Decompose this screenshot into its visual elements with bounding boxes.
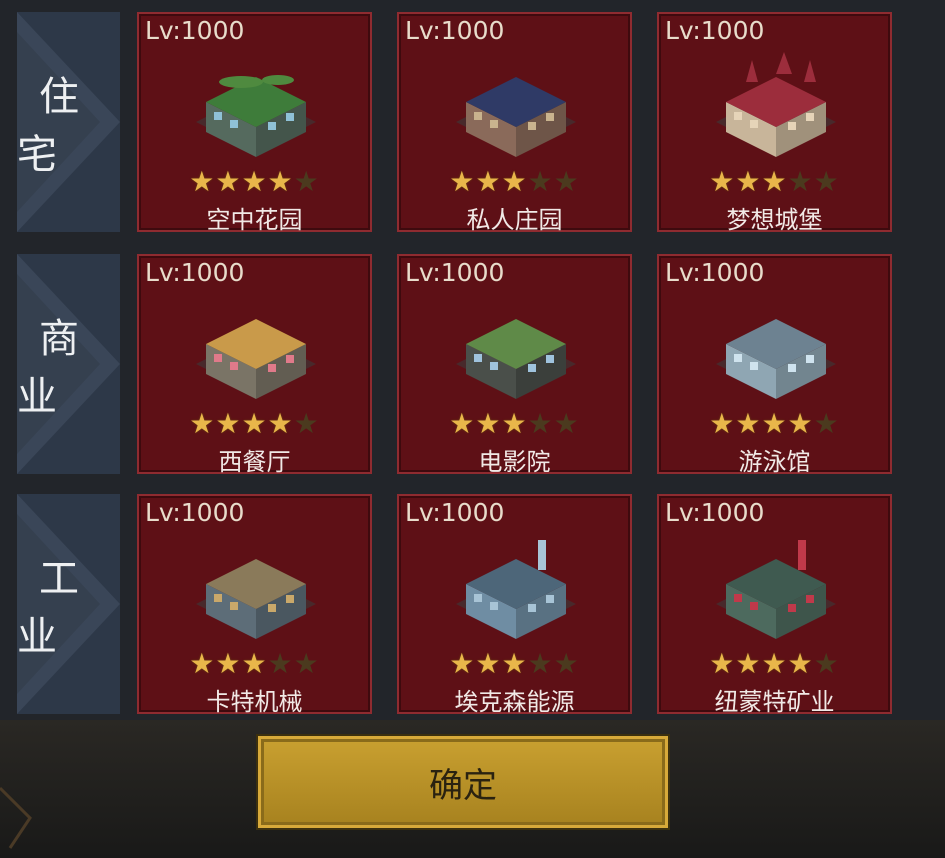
star-rating: ★★★★★ [399, 649, 630, 679]
star-rating: ★★★★★ [659, 167, 890, 197]
level-label: Lv:1000 [665, 258, 765, 287]
building-select-panel: 住宅 商业 工业 Lv:1000 ★★★★★ 空中花园 Lv:1000 ★★★★★ 私人庄… [0, 0, 945, 720]
star-rating: ★★★★★ [139, 167, 370, 197]
star-filled-icon: ★ [709, 407, 736, 440]
star-filled-icon: ★ [787, 647, 814, 680]
building-card[interactable]: Lv:1000 ★★★★★ 埃克森能源 [397, 494, 632, 716]
star-empty-icon: ★ [527, 407, 554, 440]
star-empty-icon: ★ [787, 165, 814, 198]
building-name: 埃克森能源 [454, 688, 575, 716]
star-empty-icon: ★ [293, 647, 320, 680]
level-label: Lv:1000 [405, 16, 505, 45]
star-empty-icon: ★ [553, 407, 580, 440]
building-card[interactable]: Lv:1000 ★★★★★ 空中花园 [137, 12, 372, 234]
building-name: 电影院 [478, 448, 551, 476]
star-filled-icon: ★ [761, 165, 788, 198]
category-label-industrial: 工业 [17, 494, 120, 714]
star-filled-icon: ★ [501, 407, 528, 440]
star-filled-icon: ★ [267, 165, 294, 198]
star-filled-icon: ★ [449, 165, 476, 198]
star-filled-icon: ★ [709, 647, 736, 680]
star-rating: ★★★★★ [659, 409, 890, 439]
building-name: 西餐厅 [218, 448, 291, 476]
level-label: Lv:1000 [405, 258, 505, 287]
star-filled-icon: ★ [449, 647, 476, 680]
star-filled-icon: ★ [241, 165, 268, 198]
level-label: Lv:1000 [145, 498, 245, 527]
star-filled-icon: ★ [189, 647, 216, 680]
star-filled-icon: ★ [735, 165, 762, 198]
building-card[interactable]: Lv:1000 ★★★★★ 梦想城堡 [657, 12, 892, 234]
star-empty-icon: ★ [527, 647, 554, 680]
star-rating: ★★★★★ [659, 649, 890, 679]
swimming-hall-building-icon [716, 319, 836, 399]
star-filled-icon: ★ [475, 647, 502, 680]
star-filled-icon: ★ [501, 165, 528, 198]
dream-castle-building-icon [716, 52, 836, 157]
category-text: 工业 [17, 556, 101, 660]
category-text: 住宅 [17, 74, 101, 178]
star-rating: ★★★★★ [139, 649, 370, 679]
category-text: 商业 [17, 316, 101, 420]
star-empty-icon: ★ [267, 647, 294, 680]
star-filled-icon: ★ [215, 407, 242, 440]
star-filled-icon: ★ [241, 647, 268, 680]
star-empty-icon: ★ [293, 165, 320, 198]
star-empty-icon: ★ [813, 647, 840, 680]
building-card[interactable]: Lv:1000 ★★★★★ 卡特机械 [137, 494, 372, 716]
star-filled-icon: ★ [241, 407, 268, 440]
building-card[interactable]: Lv:1000 ★★★★★ 电影院 [397, 254, 632, 476]
building-card[interactable]: Lv:1000 ★★★★★ 纽蒙特矿业 [657, 494, 892, 716]
star-filled-icon: ★ [761, 647, 788, 680]
energy-plant-building-icon [456, 540, 576, 639]
machinery-factory-building-icon [196, 559, 316, 639]
mining-facility-building-icon [716, 540, 836, 639]
level-label: Lv:1000 [405, 498, 505, 527]
star-empty-icon: ★ [813, 407, 840, 440]
level-label: Lv:1000 [145, 16, 245, 45]
star-filled-icon: ★ [449, 407, 476, 440]
level-label: Lv:1000 [145, 258, 245, 287]
star-empty-icon: ★ [527, 165, 554, 198]
star-filled-icon: ★ [215, 165, 242, 198]
private-manor-building-icon [456, 77, 576, 157]
star-rating: ★★★★★ [399, 409, 630, 439]
building-name: 卡特机械 [206, 688, 303, 716]
star-filled-icon: ★ [475, 165, 502, 198]
star-filled-icon: ★ [267, 407, 294, 440]
decorative-corner-icon [0, 786, 32, 849]
star-empty-icon: ★ [293, 407, 320, 440]
category-label-commercial: 商业 [17, 254, 120, 474]
building-card[interactable]: Lv:1000 ★★★★★ 西餐厅 [137, 254, 372, 476]
cinema-building-icon [456, 319, 576, 399]
building-name: 私人庄园 [466, 206, 563, 234]
star-rating: ★★★★★ [399, 167, 630, 197]
building-name: 纽蒙特矿业 [714, 688, 835, 716]
star-rating: ★★★★★ [139, 409, 370, 439]
star-filled-icon: ★ [735, 407, 762, 440]
building-name: 梦想城堡 [726, 206, 823, 234]
level-label: Lv:1000 [665, 498, 765, 527]
star-filled-icon: ★ [709, 165, 736, 198]
star-filled-icon: ★ [215, 647, 242, 680]
star-filled-icon: ★ [189, 407, 216, 440]
star-filled-icon: ★ [189, 165, 216, 198]
sky-garden-building-icon [196, 75, 316, 157]
star-filled-icon: ★ [787, 407, 814, 440]
category-label-residential: 住宅 [17, 12, 120, 232]
level-label: Lv:1000 [665, 16, 765, 45]
building-name: 空中花园 [206, 206, 303, 234]
building-card[interactable]: Lv:1000 ★★★★★ 私人庄园 [397, 12, 632, 234]
building-card[interactable]: Lv:1000 ★★★★★ 游泳馆 [657, 254, 892, 476]
star-empty-icon: ★ [553, 647, 580, 680]
confirm-button[interactable]: 确定 [258, 736, 668, 828]
star-empty-icon: ★ [553, 165, 580, 198]
star-filled-icon: ★ [735, 647, 762, 680]
star-filled-icon: ★ [475, 407, 502, 440]
restaurant-building-icon [196, 319, 316, 399]
star-filled-icon: ★ [761, 407, 788, 440]
building-name: 游泳馆 [738, 448, 811, 476]
star-filled-icon: ★ [501, 647, 528, 680]
star-empty-icon: ★ [813, 165, 840, 198]
